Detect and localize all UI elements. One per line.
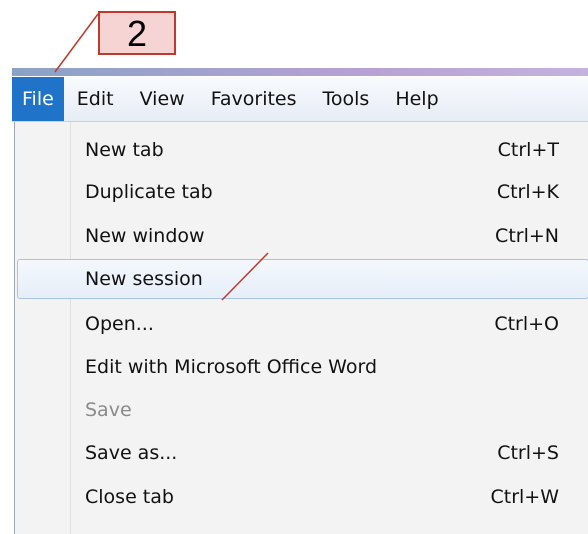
menu-item-label: Duplicate tab <box>85 181 213 203</box>
menu-item-shortcut: Ctrl+T <box>497 139 559 161</box>
menu-view[interactable]: View <box>127 77 198 121</box>
menu-item-new-window[interactable]: New window Ctrl+N <box>19 216 588 256</box>
menu-item-shortcut: Ctrl+N <box>495 225 559 247</box>
menu-item-label: New session <box>85 268 203 290</box>
menu-item-new-tab[interactable]: New tab Ctrl+T <box>19 130 588 170</box>
menu-tools[interactable]: Tools <box>310 77 383 121</box>
menu-item-label: Save <box>85 399 132 421</box>
menu-file[interactable]: File <box>12 77 64 121</box>
menu-item-duplicate-tab[interactable]: Duplicate tab Ctrl+K <box>19 172 588 212</box>
step-2-callout: 2 <box>98 11 176 55</box>
menu-item-label: Close tab <box>85 486 174 508</box>
menu-item-close-tab[interactable]: Close tab Ctrl+W <box>19 477 588 517</box>
menu-item-new-session[interactable]: New session <box>17 259 588 299</box>
menu-edit[interactable]: Edit <box>64 77 127 121</box>
menu-help[interactable]: Help <box>382 77 451 121</box>
menu-item-save-as[interactable]: Save as... Ctrl+S <box>19 433 588 473</box>
menu-item-shortcut: Ctrl+O <box>494 313 559 335</box>
menu-item-save: Save <box>19 390 588 430</box>
menu-item-shortcut: Ctrl+K <box>496 181 559 203</box>
menu-item-shortcut: Ctrl+W <box>490 486 559 508</box>
menu-item-label: New window <box>85 225 205 247</box>
menu-bar: File Edit View Favorites Tools Help <box>12 77 588 122</box>
menu-item-label: Open... <box>85 313 154 335</box>
window-title-strip <box>12 68 588 76</box>
menu-item-open[interactable]: Open... Ctrl+O <box>19 304 588 344</box>
menu-item-edit-with-word[interactable]: Edit with Microsoft Office Word <box>19 347 588 387</box>
menu-item-label: Edit with Microsoft Office Word <box>85 356 378 378</box>
menu-item-shortcut: Ctrl+S <box>497 442 559 464</box>
menu-favorites[interactable]: Favorites <box>198 77 310 121</box>
step-2-leader-line <box>54 13 99 73</box>
file-menu-dropdown: New tab Ctrl+T Duplicate tab Ctrl+K New … <box>14 122 588 534</box>
menu-item-label: Save as... <box>85 442 178 464</box>
step-2-number: 2 <box>126 13 148 54</box>
menu-item-label: New tab <box>85 139 164 161</box>
